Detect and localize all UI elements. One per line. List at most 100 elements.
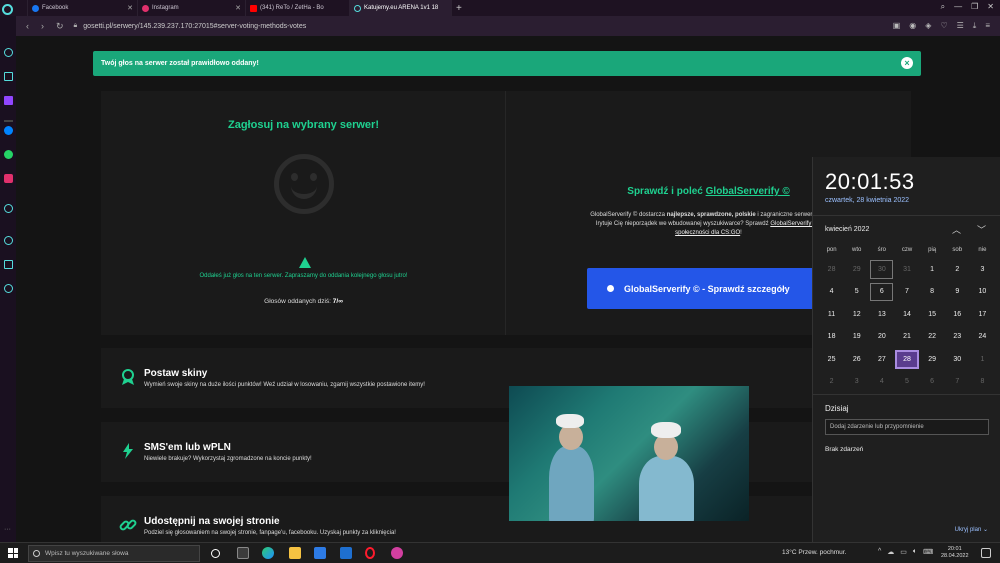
url-field[interactable]: gosetti.pl/serwery/145.239.237.170:27015…	[83, 23, 306, 30]
reload-icon[interactable]: ↻	[56, 21, 64, 32]
close-icon[interactable]: ✕	[127, 4, 133, 12]
calendar-day[interactable]: 22	[920, 326, 945, 349]
calendar-day[interactable]: 10	[970, 281, 995, 304]
search-tabs-icon[interactable]: ⌕	[941, 2, 945, 12]
windows-start-icon[interactable]	[8, 548, 18, 558]
tab-youtube[interactable]: (341) ReTo / ZetHa - Bo	[246, 0, 350, 16]
file-explorer-icon[interactable]	[289, 547, 301, 559]
tab-facebook[interactable]: Facebook ✕	[28, 0, 138, 16]
calendar-day[interactable]: 8	[970, 371, 995, 394]
chevron-down-icon[interactable]: ﹀	[977, 223, 986, 236]
clock-date[interactable]: czwartek, 28 kwietnia 2022	[825, 197, 909, 204]
gs-title-link[interactable]: GlobalServerify ©	[706, 186, 790, 197]
calendar-day[interactable]: 18	[819, 326, 844, 349]
calendar-month[interactable]: kwiecień 2022	[825, 226, 869, 233]
calendar-day[interactable]: 2	[819, 371, 844, 394]
calendar-day[interactable]: 8	[920, 281, 945, 304]
calendar-day[interactable]: 3	[970, 258, 995, 281]
messenger-app-icon[interactable]	[391, 547, 403, 559]
tab-katujemy[interactable]: Katujemy.eu ARENA 1v1 18	[350, 0, 452, 16]
messenger-icon[interactable]	[4, 126, 13, 135]
more-icon[interactable]: ···	[4, 526, 11, 533]
extension-icon[interactable]: ▣	[893, 21, 901, 31]
calendar-day[interactable]: 11	[819, 303, 844, 326]
new-tab-button[interactable]: +	[456, 3, 462, 14]
calendar-day[interactable]: 27	[869, 348, 894, 371]
mail-icon[interactable]	[340, 547, 352, 559]
download-icon[interactable]: ⤓	[973, 21, 977, 31]
calendar-day[interactable]: 29	[920, 348, 945, 371]
heart-icon[interactable]: ♡	[940, 21, 947, 31]
twitch-icon[interactable]	[4, 96, 13, 105]
calendar-day[interactable]: 15	[920, 303, 945, 326]
calendar-day[interactable]: 9	[945, 281, 970, 304]
calendar-day[interactable]: 1	[920, 258, 945, 281]
settings-icon[interactable]	[4, 284, 13, 293]
calendar-day[interactable]: 30	[870, 260, 894, 279]
calendar-day[interactable]: 26	[844, 348, 869, 371]
calendar-day[interactable]: 31	[894, 258, 919, 281]
instagram-icon[interactable]	[4, 174, 13, 183]
calendar-day[interactable]: 23	[945, 326, 970, 349]
speed-dial-icon[interactable]	[4, 48, 13, 57]
calendar-day[interactable]: 3	[844, 371, 869, 394]
calendar-day[interactable]: 12	[844, 303, 869, 326]
network-icon[interactable]: ▭	[900, 548, 907, 556]
tab-instagram[interactable]: Instagram ✕	[138, 0, 246, 16]
player-icon[interactable]	[4, 204, 13, 213]
feature-sms[interactable]: SMS'em lub wPLN Niewiele brakuje? Wykorz…	[101, 422, 911, 482]
feature-skins[interactable]: Postaw skiny Wymień swoje skiny na duże …	[101, 348, 911, 408]
close-icon[interactable]: ×	[901, 57, 913, 69]
menu-icon[interactable]: ≡	[985, 21, 990, 31]
easy-setup-icon[interactable]: ☰	[957, 21, 964, 31]
volume-icon[interactable]: 🔈︎	[913, 548, 917, 556]
gs-community-link[interactable]: społeczności dla CS:GO	[675, 230, 740, 236]
weather-widget[interactable]: 13°C Przew. pochmur.	[782, 549, 846, 556]
chevron-up-icon[interactable]: ^	[878, 548, 881, 556]
calendar-day[interactable]: 19	[844, 326, 869, 349]
minimize-icon[interactable]: —	[954, 2, 962, 12]
back-icon[interactable]: ‹	[26, 21, 29, 32]
chevron-up-icon[interactable]: ︿	[952, 223, 961, 236]
calendar-day[interactable]: 14	[894, 303, 919, 326]
close-window-icon[interactable]: ✕	[987, 2, 994, 12]
calendar-day[interactable]: 4	[819, 281, 844, 304]
opera-logo-icon[interactable]	[2, 4, 13, 15]
add-event-input[interactable]: Dodaj zdarzenie lub przypomnienie	[825, 419, 989, 435]
calendar-day[interactable]: 2	[945, 258, 970, 281]
history-icon[interactable]	[4, 236, 13, 245]
cube-icon[interactable]: ◈	[925, 21, 931, 31]
calendar-day[interactable]: 6	[870, 282, 894, 301]
calendar-day[interactable]: 5	[844, 281, 869, 304]
calendar-day[interactable]: 7	[945, 371, 970, 394]
calendar-day[interactable]: 25	[819, 348, 844, 371]
taskbar-clock[interactable]: 20:01 28.04.2022	[941, 546, 969, 560]
close-icon[interactable]: ✕	[235, 4, 241, 12]
widgets-icon[interactable]	[237, 547, 249, 559]
calendar-day[interactable]: 4	[869, 371, 894, 394]
notifications-icon[interactable]	[981, 548, 991, 558]
feature-share[interactable]: Udostępnij na swojej stronie Podziel się…	[101, 496, 911, 542]
calendar-day[interactable]: 21	[894, 326, 919, 349]
whatsapp-icon[interactable]	[4, 150, 13, 159]
calendar-day[interactable]: 30	[945, 348, 970, 371]
calendar-day[interactable]: 17	[970, 303, 995, 326]
opera-icon[interactable]	[365, 547, 375, 559]
taskbar-search[interactable]: Wpisz tu wyszukiwane słowa	[28, 545, 200, 562]
cloud-icon[interactable]: ☁	[887, 548, 894, 556]
edge-icon[interactable]	[262, 547, 274, 559]
calendar-day[interactable]: 1	[970, 348, 995, 371]
calendar-day[interactable]: 13	[869, 303, 894, 326]
shopping-icon[interactable]	[4, 72, 13, 81]
calendar-day[interactable]: 20	[869, 326, 894, 349]
calendar-day[interactable]: 24	[970, 326, 995, 349]
maximize-icon[interactable]: ❐	[971, 2, 978, 12]
calendar-day[interactable]: 7	[894, 281, 919, 304]
calendar-day[interactable]: 16	[945, 303, 970, 326]
camera-icon[interactable]: ◉	[909, 21, 916, 31]
calendar-day[interactable]: 28	[819, 258, 844, 281]
hide-agenda-link[interactable]: Ukryj plan ⌄	[955, 526, 988, 533]
extensions-icon[interactable]	[4, 260, 13, 269]
language-icon[interactable]: ⌨	[923, 548, 933, 556]
calendar-day[interactable]: 29	[844, 258, 869, 281]
